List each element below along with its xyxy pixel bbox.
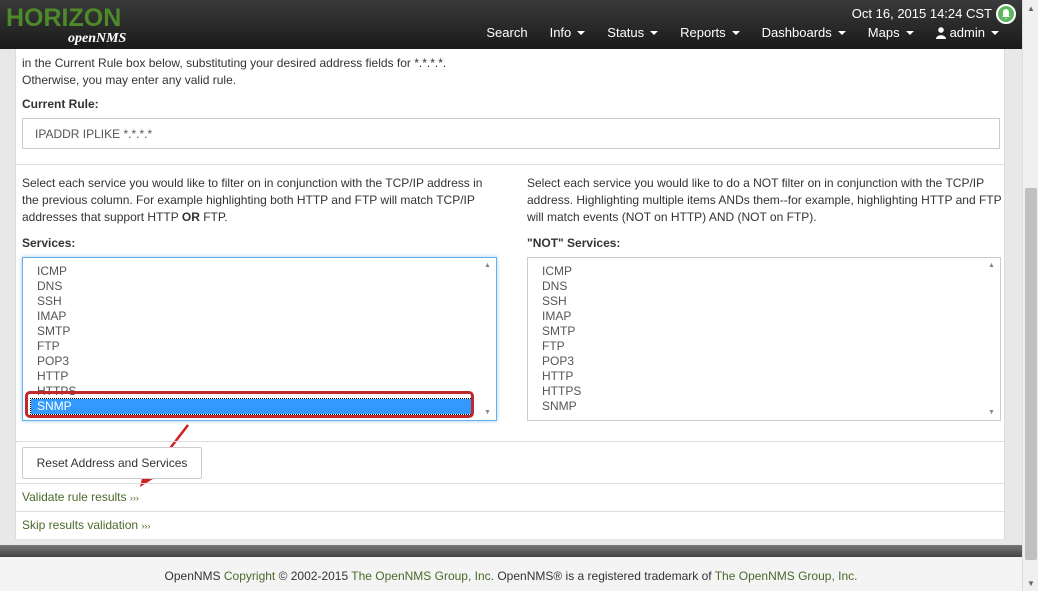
not-service-option[interactable]: IMAP xyxy=(528,309,984,324)
skip-link-label: Skip results validation xyxy=(22,518,139,532)
divider xyxy=(16,441,1004,442)
services-desc-end: FTP. xyxy=(199,210,228,224)
not-services-description: Select each service you would like to do… xyxy=(527,176,1002,224)
not-services-label: "NOT" Services: xyxy=(527,236,621,250)
services-description: Select each service you would like to fi… xyxy=(22,175,497,226)
divider xyxy=(16,511,1004,512)
services-desc-or: OR xyxy=(181,210,200,224)
scrollbar-thumb[interactable] xyxy=(1025,188,1037,560)
logo-horizon-text: HORIZON xyxy=(6,4,122,32)
nav-search[interactable]: Search xyxy=(475,25,538,40)
not-service-option[interactable]: SSH xyxy=(528,294,984,309)
current-rule-label: Current Rule: xyxy=(22,97,99,111)
service-option[interactable]: SSH xyxy=(23,294,480,309)
validate-link-label: Validate rule results xyxy=(22,490,127,504)
alarm-bell-icon[interactable] xyxy=(996,4,1016,24)
nav-status[interactable]: Status xyxy=(596,25,669,40)
not-service-option[interactable]: HTTPS xyxy=(528,384,984,399)
divider xyxy=(16,483,1004,484)
scroll-up-icon[interactable]: ▲ xyxy=(484,262,491,269)
not-service-option[interactable]: POP3 xyxy=(528,354,984,369)
nav-maps[interactable]: Maps xyxy=(857,25,925,40)
caret-down-icon xyxy=(905,30,914,35)
service-option[interactable]: HTTP xyxy=(23,369,480,384)
rule-instructions: in the Current Rule box below, substitut… xyxy=(22,55,446,89)
skip-results-validation-link[interactable]: Skip results validation ››› xyxy=(22,518,150,532)
not-service-option[interactable]: SMTP xyxy=(528,324,984,339)
instruction-line-1: in the Current Rule box below, substitut… xyxy=(22,56,447,70)
chevron-right-icon: ››› xyxy=(129,493,139,503)
page-footer: OpenNMS Copyright © 2002-2015 The OpenNM… xyxy=(0,557,1022,591)
listbox-scrollbar[interactable]: ▲ ▼ xyxy=(480,258,496,420)
nav-info-label: Info xyxy=(549,25,572,40)
nav-search-label: Search xyxy=(486,25,528,40)
footer-text: © 2002-2015 xyxy=(275,569,352,583)
nav-info[interactable]: Info xyxy=(539,25,597,40)
scroll-down-icon[interactable]: ▼ xyxy=(988,409,995,416)
not-service-option[interactable]: HTTP xyxy=(528,369,984,384)
copyright-link[interactable]: Copyright xyxy=(224,569,275,583)
caret-down-icon xyxy=(577,30,586,35)
not-service-option[interactable]: DNS xyxy=(528,279,984,294)
scroll-up-icon[interactable]: ▲ xyxy=(988,262,995,269)
caret-down-icon xyxy=(837,30,846,35)
footer-text: OpenNMS® is a registered trademark of xyxy=(494,569,715,583)
nav-status-label: Status xyxy=(607,25,645,40)
nav-maps-label: Maps xyxy=(867,25,900,40)
nav-reports[interactable]: Reports xyxy=(669,25,751,40)
page-scrollbar[interactable]: ▲ ▼ xyxy=(1022,0,1038,591)
nav-reports-label: Reports xyxy=(680,25,726,40)
validate-rule-results-link[interactable]: Validate rule results ››› xyxy=(22,490,139,504)
nav-dashboards-label: Dashboards xyxy=(761,25,832,40)
current-rule-input[interactable]: IPADDR IPLIKE *.*.*.* xyxy=(22,118,1000,149)
service-option[interactable]: IMAP xyxy=(23,309,480,324)
services-label: Services: xyxy=(22,236,76,250)
listbox-scrollbar[interactable]: ▲ ▼ xyxy=(984,258,1000,420)
not-service-option[interactable]: ICMP xyxy=(528,264,984,279)
user-icon xyxy=(935,26,946,39)
rule-editor-panel: in the Current Rule box below, substitut… xyxy=(15,49,1005,539)
not-services-listbox[interactable]: ICMP DNS SSH IMAP SMTP FTP POP3 HTTP HTTPS SNMP ▲… xyxy=(527,257,1001,421)
nav-admin[interactable]: admin xyxy=(925,25,1010,40)
annotation-highlight-box xyxy=(25,391,474,418)
instruction-line-2: Otherwise, you may enter any valid rule. xyxy=(22,73,237,87)
logo-opennms-text: openNMS xyxy=(68,31,127,46)
main-nav: Search Info Status Reports Dashboards Ma… xyxy=(475,25,1010,40)
nav-admin-label: admin xyxy=(949,25,985,40)
nav-dashboards[interactable]: Dashboards xyxy=(751,25,857,40)
reset-address-services-button[interactable]: Reset Address and Services xyxy=(22,447,202,479)
service-option[interactable]: SMTP xyxy=(23,324,480,339)
services-desc-text: Select each service you would like to fi… xyxy=(22,176,483,224)
caret-down-icon xyxy=(650,30,659,35)
chevron-right-icon: ››› xyxy=(141,521,151,531)
not-services-options: ICMP DNS SSH IMAP SMTP FTP POP3 HTTP HTTPS SNMP xyxy=(528,264,984,414)
service-option[interactable]: ICMP xyxy=(23,264,480,279)
not-service-option[interactable]: FTP xyxy=(528,339,984,354)
caret-down-icon xyxy=(731,30,740,35)
top-navbar: HORIZON openNMS Oct 16, 2015 14:24 CST S… xyxy=(0,0,1022,49)
footer-band xyxy=(0,545,1022,557)
datetime-display: Oct 16, 2015 14:24 CST xyxy=(851,6,992,21)
opennms-group-link[interactable]: The OpenNMS Group, Inc. xyxy=(715,569,858,583)
scroll-down-icon[interactable]: ▼ xyxy=(1023,575,1038,591)
scroll-up-icon[interactable]: ▲ xyxy=(1023,0,1038,16)
divider xyxy=(16,164,1004,165)
opennms-horizon-logo[interactable]: HORIZON openNMS xyxy=(6,4,136,46)
service-option[interactable]: FTP xyxy=(23,339,480,354)
footer-text: OpenNMS xyxy=(164,569,224,583)
not-service-option[interactable]: SNMP xyxy=(528,399,984,414)
scroll-down-icon[interactable]: ▼ xyxy=(484,409,491,416)
opennms-group-link[interactable]: The OpenNMS Group, Inc. xyxy=(351,569,494,583)
service-option[interactable]: POP3 xyxy=(23,354,480,369)
service-option[interactable]: DNS xyxy=(23,279,480,294)
caret-down-icon xyxy=(991,30,999,35)
